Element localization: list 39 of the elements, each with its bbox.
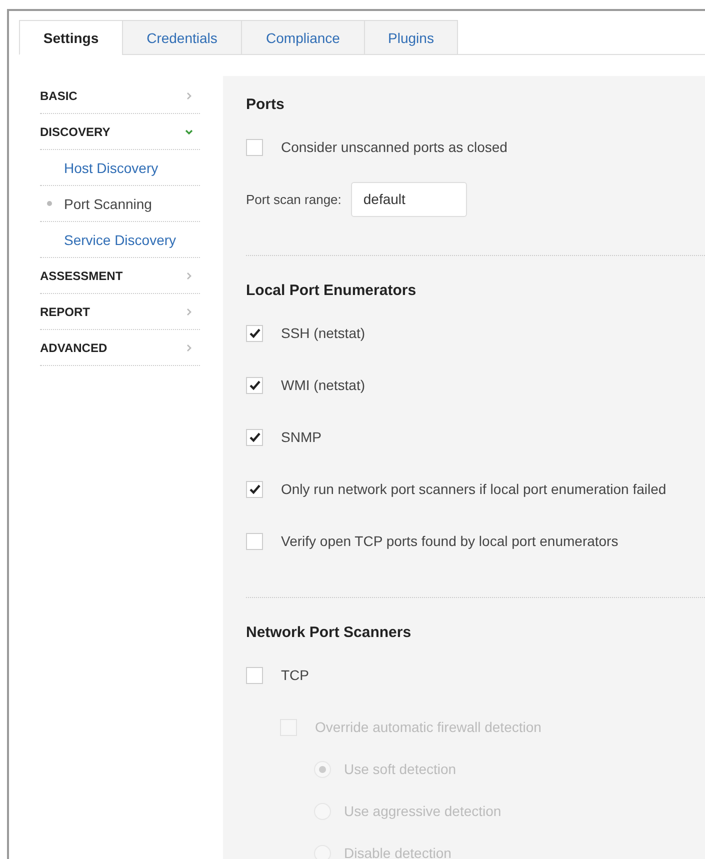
sidebar-link[interactable]: Service Discovery — [64, 232, 176, 248]
radio-label: Use soft detection — [344, 761, 456, 777]
sidebar-section[interactable]: REPORT — [40, 304, 90, 318]
tab[interactable]: Compliance — [241, 20, 365, 55]
checkbox[interactable] — [246, 138, 263, 156]
radio-label: Disable detection — [344, 845, 452, 859]
checkbox-label: Verify open TCP ports found by local port enumerators — [281, 533, 618, 549]
check-icon — [248, 379, 260, 391]
sidebar-section[interactable]: ASSESSMENT — [40, 268, 123, 282]
check-icon — [248, 431, 260, 443]
checkbox[interactable] — [246, 428, 263, 446]
checkbox[interactable] — [246, 480, 263, 498]
check-icon — [248, 327, 260, 339]
radio-label: Use aggressive detection — [344, 803, 502, 819]
checkbox-label: Consider unscanned ports as closed — [281, 139, 508, 155]
sidebar-link[interactable]: Port Scanning — [64, 196, 152, 212]
checkbox[interactable] — [246, 532, 263, 550]
checkbox-label: SNMP — [281, 429, 322, 445]
checkbox[interactable] — [246, 376, 263, 394]
checkbox-label: Override automatic firewall detection — [315, 719, 542, 735]
checkbox-label: TCP — [281, 667, 309, 683]
section-heading: Network Port Scanners — [246, 624, 412, 641]
sidebar-section[interactable]: BASIC — [40, 88, 78, 102]
tab[interactable]: Settings — [19, 20, 123, 55]
checkbox-label: Only run network port scanners if local port enumeration failed — [281, 481, 666, 497]
tab[interactable]: Plugins — [364, 20, 458, 55]
sidebar-section[interactable]: DISCOVERY — [40, 124, 110, 138]
check-icon — [248, 483, 260, 495]
sidebar-link[interactable]: Host Discovery — [64, 160, 158, 176]
checkbox[interactable] — [246, 324, 263, 342]
section-heading: Ports — [246, 96, 286, 113]
field-label: Port scan range: — [246, 192, 342, 206]
tab[interactable]: Credentials — [122, 20, 242, 55]
input-field[interactable]: default — [351, 182, 468, 216]
section-heading: Local Port Enumerators — [246, 282, 418, 299]
checkbox-label: SSH (netstat) — [281, 325, 366, 341]
checkbox[interactable] — [246, 666, 263, 684]
checkbox-label: WMI (netstat) — [281, 377, 366, 393]
sidebar-section[interactable]: ADVANCED — [40, 340, 108, 354]
